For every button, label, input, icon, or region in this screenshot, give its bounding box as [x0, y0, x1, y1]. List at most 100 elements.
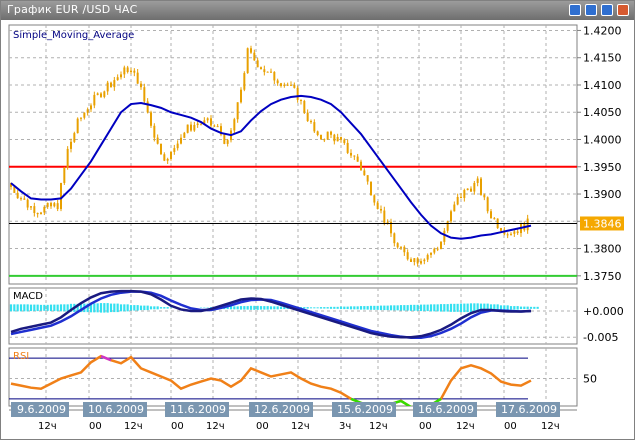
candle-body — [320, 134, 322, 140]
candle-body — [13, 186, 16, 193]
candle-body — [296, 87, 299, 100]
candle-body — [423, 259, 426, 262]
price-chart[interactable]: 1.4200 1.4150 1.4100 1.4050 1.4000 1.3950 1.39… — [1, 1, 634, 439]
candle-body — [143, 87, 146, 102]
candle-body — [433, 248, 436, 253]
candle-body — [446, 221, 449, 231]
candle-body — [180, 137, 182, 144]
candle-body — [106, 82, 109, 92]
hour-label: 12ч — [124, 421, 143, 432]
candle-body — [476, 178, 479, 183]
candle-body — [190, 124, 192, 131]
date-label: 11.6.2009 — [170, 403, 226, 416]
candle-body — [30, 206, 32, 208]
candle-body — [303, 100, 306, 113]
candle-body — [266, 71, 269, 73]
indicator-title: Simple_Moving_Average — [13, 30, 134, 41]
candle-body — [76, 118, 79, 134]
candle-body — [510, 233, 512, 235]
hour-label: 12ч — [456, 421, 475, 432]
candle-body — [450, 211, 452, 222]
candle-body — [33, 206, 36, 213]
candle-body — [506, 234, 509, 236]
candle-body — [66, 148, 69, 168]
candle-body — [256, 60, 259, 68]
candle-body — [243, 73, 246, 90]
candle-body — [410, 259, 412, 262]
candle-body — [16, 192, 19, 199]
candle-body — [490, 211, 492, 219]
candle-body — [86, 109, 89, 113]
candle-body — [240, 89, 242, 103]
price-tick-label: 1.4200 — [583, 24, 622, 37]
candle-body — [196, 123, 199, 125]
candle-body — [153, 125, 156, 138]
price-tick-label: 1.3800 — [583, 243, 622, 256]
candle-body — [500, 228, 502, 231]
candle-body — [213, 125, 216, 127]
macd-tick-label: -0.005 — [583, 331, 618, 344]
date-label: 16.6.2009 — [418, 403, 474, 416]
candle-body — [383, 210, 386, 223]
candle-body — [120, 74, 122, 78]
candle-body — [110, 82, 112, 88]
candle-body — [160, 143, 162, 155]
candle-body — [313, 122, 316, 132]
candle-body — [80, 117, 82, 119]
price-tick-label: 1.3950 — [583, 161, 622, 174]
candle-body — [310, 121, 312, 123]
candle-body — [100, 93, 102, 97]
candle-body — [343, 139, 346, 143]
candle-body — [323, 139, 326, 141]
candle-body — [193, 124, 196, 131]
hour-label: 12ч — [291, 421, 310, 432]
candle-body — [353, 155, 356, 157]
candle-body — [493, 218, 496, 220]
candle-body — [70, 141, 72, 149]
candle-body — [186, 124, 189, 133]
candle-body — [470, 188, 472, 192]
candle-body — [336, 137, 339, 142]
candle-body — [486, 197, 489, 212]
candle-body — [56, 203, 59, 210]
candle-body — [366, 175, 369, 182]
candle-body — [290, 84, 292, 86]
candle-body — [420, 261, 422, 264]
candle-body — [146, 101, 149, 113]
candle-body — [306, 112, 309, 122]
candle-body — [250, 48, 252, 53]
candle-body — [443, 230, 446, 242]
macd-title: MACD — [13, 291, 43, 302]
candle-body — [373, 195, 376, 203]
candle-body — [50, 202, 52, 207]
candle-body — [26, 199, 29, 208]
candle-body — [63, 167, 66, 183]
candle-body — [386, 221, 389, 223]
candle-body — [176, 143, 179, 149]
candle-body — [113, 80, 116, 88]
price-tick-label: 1.4100 — [583, 79, 622, 92]
hour-label: 12ч — [206, 421, 225, 432]
candle-body — [40, 212, 42, 215]
hour-label: 00 — [419, 421, 432, 432]
candle-body — [330, 131, 332, 135]
candle-body — [283, 84, 286, 86]
price-tick-label: 1.3750 — [583, 270, 622, 283]
candle-body — [483, 194, 486, 198]
date-label: 15.6.2009 — [337, 403, 393, 416]
candle-body — [480, 178, 482, 195]
candle-body — [166, 158, 169, 161]
candle-body — [426, 254, 429, 260]
macd-tick-label: +0.000 — [583, 305, 624, 318]
candle-body — [183, 132, 186, 138]
candle-body — [440, 241, 442, 249]
candle-body — [253, 52, 256, 61]
candle-body — [20, 198, 22, 200]
candle-body — [403, 246, 406, 253]
date-label: 10.6.2009 — [88, 403, 144, 416]
hour-label: 00 — [171, 421, 184, 432]
candle-body — [333, 134, 336, 142]
candle-body — [123, 67, 126, 75]
candle-body — [173, 148, 176, 152]
candle-body — [406, 252, 409, 260]
